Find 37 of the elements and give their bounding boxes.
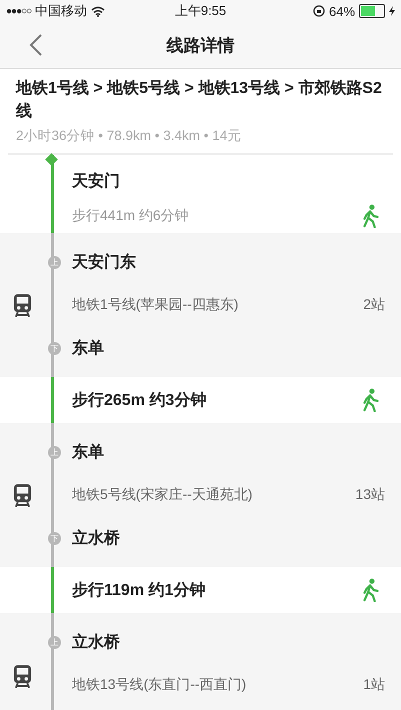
alight-marker: 下 — [48, 342, 61, 354]
train-icon — [12, 664, 32, 688]
line-info: 地铁1号线(苹果园--四惠东) — [72, 296, 238, 314]
stop-count: 2站 — [363, 296, 385, 314]
trip-details: 2小时36分钟 • 78.9km • 3.4km • 14元 — [16, 127, 242, 145]
train-icon — [12, 484, 32, 506]
battery-icon — [359, 4, 386, 18]
station-name: 天安门 — [72, 171, 120, 192]
walk-info: 步行119m 约1分钟 — [72, 580, 206, 600]
alight-marker: 下 — [48, 532, 61, 544]
walk-info: 步行265m 约3分钟 — [72, 390, 206, 410]
board-marker: 上 — [48, 256, 61, 268]
page-title: 线路详情 — [166, 34, 234, 56]
board-marker: 上 — [48, 446, 61, 458]
train-icon — [12, 294, 32, 316]
station-name: 天安门东 — [72, 252, 136, 272]
wifi-icon — [91, 6, 106, 16]
battery-percent: 64% — [328, 4, 356, 18]
station-name: 立水桥 — [72, 632, 120, 652]
walking-person-icon — [361, 204, 381, 228]
walking-person-icon — [361, 388, 381, 412]
board-marker: 上 — [48, 636, 61, 648]
station-name: 东单 — [72, 442, 104, 462]
station-name: 东单 — [72, 338, 104, 358]
station-name: 立水桥 — [72, 528, 120, 548]
stop-count: 13站 — [355, 486, 385, 504]
stop-count: 1站 — [363, 676, 385, 694]
carrier-name: 中国移动 — [35, 2, 88, 20]
rotation-lock-icon — [312, 5, 325, 17]
walk-info: 步行441m 约6分钟 — [72, 207, 189, 225]
back-button[interactable] — [28, 33, 44, 57]
line-info: 地铁5号线(宋家庄--天通苑北) — [72, 486, 252, 504]
walking-person-icon — [361, 578, 381, 602]
clock: 上午9:55 — [174, 3, 226, 18]
line-info: 地铁13号线(东直门--西直门) — [72, 676, 246, 694]
route-summary: 地铁1号线 > 地铁5号线 > 地铁13号线 > 市郊铁路S2线 — [16, 78, 383, 122]
signal-strength: ●●●○○ — [6, 6, 32, 16]
